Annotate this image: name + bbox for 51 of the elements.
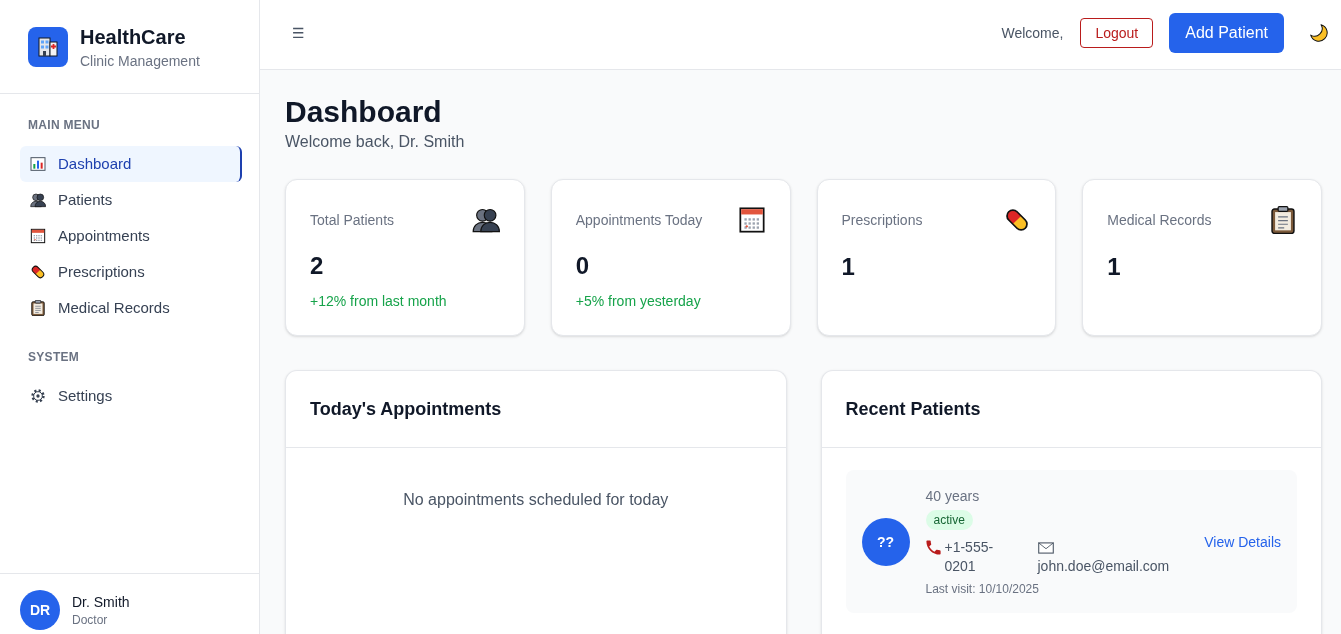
menu-button[interactable]: ☰ [292,25,305,40]
empty-message: No appointments scheduled for today [403,490,669,510]
section-heading: SYSTEM [28,349,80,365]
moon-icon[interactable] [1310,23,1328,42]
section-heading: MAIN MENU [28,117,101,133]
stat-label: Total Patients [310,210,395,230]
stat-value: 1 [1107,252,1121,282]
stat-value: 0 [575,251,590,281]
page-subtitle: Welcome back, Dr. Smith [285,132,465,152]
last-visit: Last visit: 10/10/2025 [925,581,1039,597]
stat-label: Appointments Today [575,210,703,230]
user-name: Dr. Smith [72,593,130,612]
calendar-icon [737,205,766,234]
envelope-icon [1037,542,1054,555]
welcome-text: Welcome, [1001,23,1064,43]
brand-title: HealthCare [80,24,186,50]
brand-subtitle: Clinic Management [80,51,200,71]
panel-title: Recent Patients [845,398,981,421]
status-badge: active [925,510,973,530]
user-avatar: DR [20,590,60,630]
nav-item[interactable]: Appointments [20,218,242,254]
panel-title: Today's Appointments [310,398,502,421]
add-patient-button[interactable]: Add Patient [1169,12,1284,53]
nav-item[interactable]: Prescriptions [20,254,242,290]
email-address: john.doe@email.com [1037,558,1170,574]
clipboard-icon [1269,206,1297,234]
hospital-icon [28,26,68,67]
gear-icon [30,388,46,404]
people-icon [30,192,46,208]
nav-item[interactable]: Patients [20,182,242,218]
patient-avatar: ?? [861,517,910,566]
stat-change: +5% from yesterday [575,292,701,311]
clipboard-icon [30,300,46,316]
pill-icon [30,264,46,280]
logout-button[interactable]: Logout [1080,17,1154,48]
page-title: Dashboard [285,94,442,130]
stat-change: +12% from last month [310,292,447,311]
phone-number: +1-555-0201 [944,538,995,576]
nav-item[interactable]: Dashboard [20,146,242,182]
stat-value: 1 [841,252,855,282]
stat-label: Medical Records [1107,211,1212,230]
calendar-icon [30,228,46,244]
stat-label: Prescriptions [841,211,923,230]
patient-age: 40 years [925,487,980,506]
view-details-link[interactable]: View Details [1204,531,1281,552]
bar-chart-icon [30,156,46,172]
nav-item[interactable]: Settings [20,378,242,414]
nav-item[interactable]: Medical Records [20,290,242,326]
user-role: Doctor [72,612,108,628]
stat-value: 2 [310,251,324,281]
phone-icon [925,540,941,555]
